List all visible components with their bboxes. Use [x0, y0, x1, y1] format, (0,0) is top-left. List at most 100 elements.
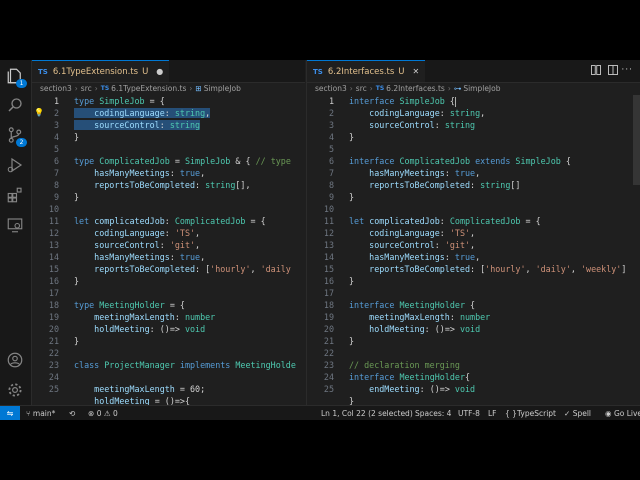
code-line[interactable]: 7 hasManyMeetings: true, — [32, 167, 305, 179]
breadcrumb-item[interactable]: SimpleJob — [204, 84, 241, 93]
split-editor-icon[interactable] — [607, 64, 619, 76]
code-line[interactable]: 11 let complicatedJob: ComplicatedJob = { — [307, 215, 640, 227]
compare-icon[interactable] — [590, 64, 602, 76]
code-line[interactable]: 8 reportsToBeCompleted: string[] — [307, 179, 640, 191]
go-live-label: Go Live — [613, 409, 640, 418]
modified-dot-icon[interactable]: ● — [156, 67, 163, 76]
branch-indicator[interactable]: ⑂ main* — [26, 406, 55, 420]
run-debug-icon[interactable] — [5, 155, 25, 175]
language-mode[interactable]: TypeScript — [517, 406, 556, 420]
code-line[interactable]: 18 interface MeetingHolder { — [307, 299, 640, 311]
code-editor[interactable]: 1 type SimpleJob = {2 💡 codingLanguage: st… — [32, 95, 305, 405]
code-line[interactable]: 13 sourceControl: 'git', — [32, 239, 305, 251]
code-line[interactable]: 25 meetingMaxLength = 60; — [32, 383, 305, 395]
search-icon[interactable] — [5, 95, 25, 115]
code-line[interactable]: 2 codingLanguage: string, — [307, 107, 640, 119]
remote-explorer-icon[interactable] — [5, 215, 25, 235]
code-line[interactable]: 20 holdMeeting: ()=> void — [307, 323, 640, 335]
code-line[interactable]: 1 interface SimpleJob { — [307, 95, 640, 107]
code-line[interactable]: 6 interface ComplicatedJob extends Simple… — [307, 155, 640, 167]
code-line[interactable]: 1 type SimpleJob = { — [32, 95, 305, 107]
code-line[interactable]: 10 — [307, 203, 640, 215]
code-line[interactable]: 12 codingLanguage: 'TS', — [307, 227, 640, 239]
tab-6-2-interfaces[interactable]: TS 6.2Interfaces.ts U ✕ — [307, 60, 426, 82]
line-number: 19 — [48, 312, 59, 322]
source-control-badge: 2 — [16, 138, 27, 147]
code-editor[interactable]: 1 interface SimpleJob {2 codingLanguage: … — [307, 95, 640, 405]
line-number: 11 — [48, 216, 59, 226]
code-line[interactable]: 6 type ComplicatedJob = SimpleJob & { // … — [32, 155, 305, 167]
code-line[interactable]: 11 let complicatedJob: ComplicatedJob = { — [32, 215, 305, 227]
code-line[interactable]: 5 — [307, 143, 640, 155]
code-line[interactable]: 15 reportsToBeCompleted: ['hourly', 'dai… — [32, 263, 305, 275]
code-line[interactable]: 17 — [32, 287, 305, 299]
code-line[interactable]: 22 — [307, 347, 640, 359]
code-line[interactable]: 17 — [307, 287, 640, 299]
explorer-icon[interactable]: 1 — [5, 66, 27, 88]
code-line[interactable]: 12 codingLanguage: 'TS', — [32, 227, 305, 239]
code-line[interactable]: 21} — [307, 335, 640, 347]
code-line[interactable]: 14 hasManyMeetings: true, — [32, 251, 305, 263]
code-line[interactable]: 14 hasManyMeetings: true, — [307, 251, 640, 263]
code-line[interactable]: 16} — [307, 275, 640, 287]
close-icon[interactable]: ✕ — [413, 67, 420, 76]
explorer-badge: 1 — [16, 79, 27, 88]
cursor-position[interactable]: Ln 1, Col 22 (2 selected) — [321, 406, 413, 420]
code-line[interactable]: 23 class ProjectManager implements Meetin… — [32, 359, 305, 371]
breadcrumb-item[interactable]: 6.2Interfaces.ts — [386, 84, 445, 93]
code-line[interactable]: 4} — [32, 131, 305, 143]
end-of-line[interactable]: LF — [488, 406, 497, 420]
breadcrumb-item[interactable]: section3 — [315, 84, 347, 93]
source-control-icon[interactable]: 2 — [5, 125, 27, 147]
code-line[interactable]: 16} — [32, 275, 305, 287]
code-line[interactable]: 25 endMeeting: ()=> void — [307, 383, 640, 395]
more-actions-icon[interactable]: ··· — [621, 65, 633, 75]
encoding[interactable]: UTF-8 — [458, 406, 480, 420]
code-line[interactable]: 19 meetingMaxLength: number — [32, 311, 305, 323]
sync-icon[interactable]: ⟲ — [69, 406, 75, 420]
go-live[interactable]: ◉ Go Live — [605, 406, 640, 420]
breadcrumb-item[interactable]: SimpleJob — [463, 84, 500, 93]
code-text: reportsToBeCompleted: string[], — [94, 180, 251, 190]
vertical-scrollbar[interactable] — [633, 95, 640, 185]
indentation[interactable]: Spaces: 4 — [415, 406, 451, 420]
code-line[interactable]: 9} — [32, 191, 305, 203]
settings-gear-icon[interactable] — [5, 380, 25, 400]
spell-check[interactable]: ✓ Spell — [564, 406, 591, 420]
code-line[interactable]: 23 // declaration merging — [307, 359, 640, 371]
tab-6-1-type-extension[interactable]: TS 6.1TypeExtension.ts U ● — [32, 60, 170, 82]
breadcrumb-item[interactable]: src — [81, 84, 92, 93]
code-line[interactable]: } — [307, 395, 640, 405]
status-bar: ⇋ ⑂ main* ⟲ ⊗ 0 ⚠ 0 Ln 1, Col 22 (2 sele… — [0, 405, 640, 420]
code-text: codingLanguage: string, — [369, 108, 486, 118]
code-line[interactable]: 18 type MeetingHolder = { — [32, 299, 305, 311]
code-line[interactable]: 8 reportsToBeCompleted: string[], — [32, 179, 305, 191]
code-line[interactable]: 4} — [307, 131, 640, 143]
code-line[interactable]: 19 meetingMaxLength: number — [307, 311, 640, 323]
code-line[interactable]: 13 sourceControl: 'git', — [307, 239, 640, 251]
code-line[interactable]: 24 — [32, 371, 305, 383]
breadcrumb-item[interactable]: section3 — [40, 84, 72, 93]
code-line[interactable]: 20 holdMeeting: ()=> void — [32, 323, 305, 335]
code-line[interactable]: holdMeeting = ()=>{ — [32, 395, 305, 405]
code-line[interactable]: 9} — [307, 191, 640, 203]
breadcrumb-item[interactable]: src — [356, 84, 367, 93]
problems-indicator[interactable]: ⊗ 0 ⚠ 0 — [88, 406, 118, 420]
breadcrumb-item[interactable]: 6.1TypeExtension.ts — [111, 84, 186, 93]
code-line[interactable]: 24 interface MeetingHolder{ — [307, 371, 640, 383]
code-line[interactable]: 22 — [32, 347, 305, 359]
remote-indicator-icon[interactable]: ⇋ — [0, 406, 20, 420]
lightbulb-icon[interactable]: 💡 — [34, 107, 44, 119]
line-number: 22 — [48, 348, 59, 358]
code-line[interactable]: 7 hasManyMeetings: true, — [307, 167, 640, 179]
line-number: 19 — [323, 312, 334, 322]
account-icon[interactable] — [5, 350, 25, 370]
code-line[interactable]: 15 reportsToBeCompleted: ['hourly', 'dai… — [307, 263, 640, 275]
code-line[interactable]: 3 sourceControl: string — [307, 119, 640, 131]
code-line[interactable]: 5 — [32, 143, 305, 155]
extensions-icon[interactable] — [5, 185, 25, 205]
code-line[interactable]: 2 💡 codingLanguage: string, — [32, 107, 305, 119]
code-line[interactable]: 21} — [32, 335, 305, 347]
code-line[interactable]: 10 — [32, 203, 305, 215]
code-line[interactable]: 3 sourceControl: string — [32, 119, 305, 131]
